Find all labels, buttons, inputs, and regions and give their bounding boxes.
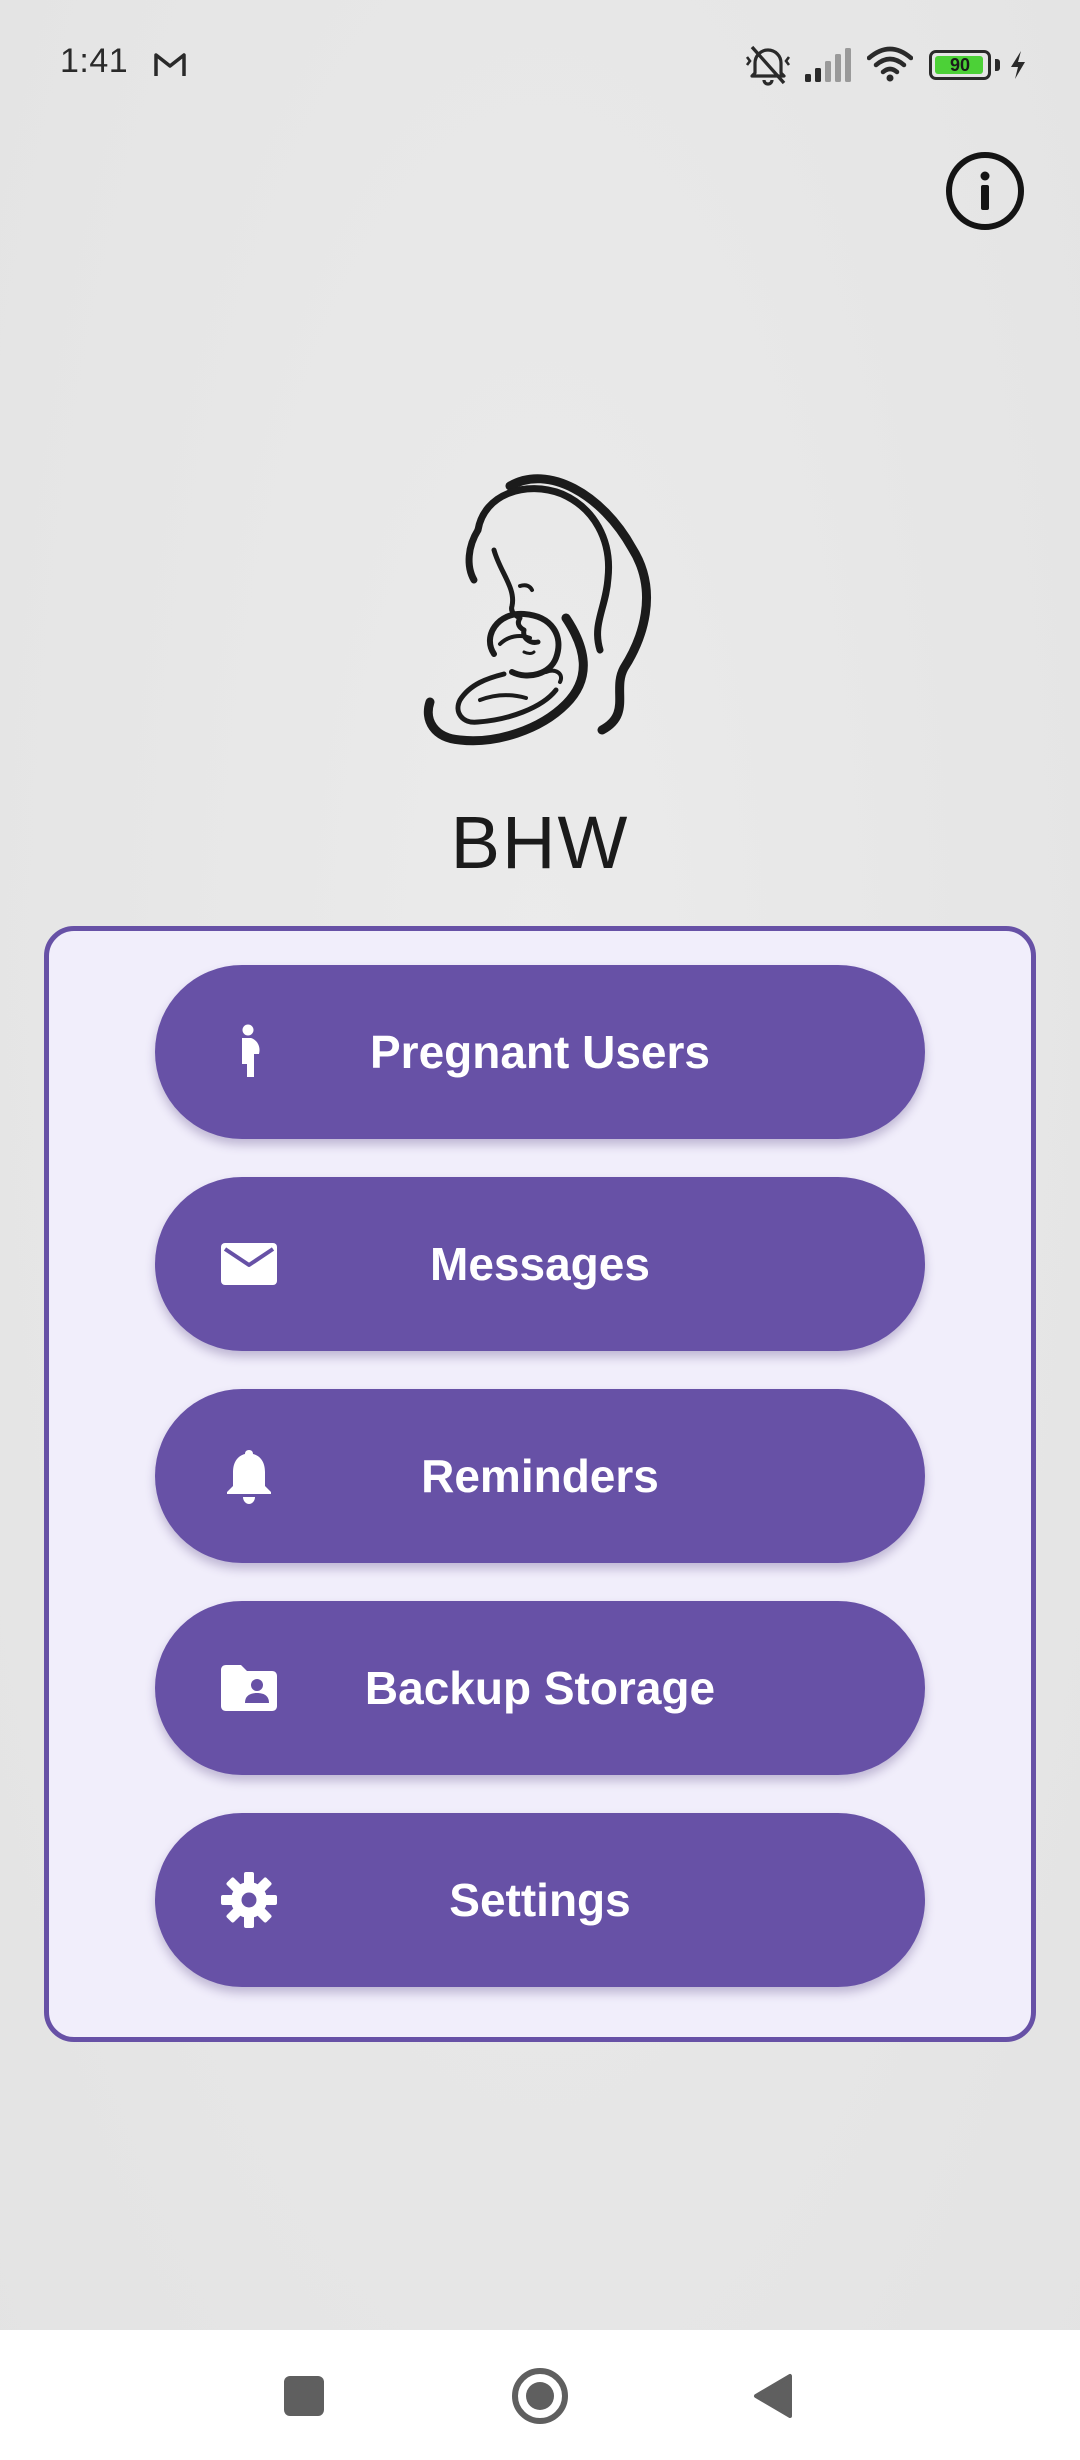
- battery-icon: 90: [929, 50, 991, 80]
- status-bar: 1:41 90: [0, 0, 1080, 128]
- messages-label: Messages: [430, 1238, 650, 1290]
- back-button[interactable]: [752, 2372, 792, 2420]
- reminders-button[interactable]: Reminders: [155, 1389, 925, 1563]
- messages-button[interactable]: Messages: [155, 1177, 925, 1351]
- battery-cap: [995, 59, 1000, 71]
- home-button[interactable]: [512, 2368, 568, 2424]
- gmail-icon: [154, 53, 186, 76]
- mother-and-baby-logo: [423, 474, 651, 746]
- charging-icon: [1011, 51, 1025, 79]
- navigation-bar: [0, 2330, 1080, 2460]
- signal-icon: [805, 48, 851, 82]
- pregnant-users-button[interactable]: Pregnant Users: [155, 965, 925, 1139]
- wifi-icon: [867, 46, 913, 82]
- status-icons: 90: [745, 40, 1028, 90]
- settings-label: Settings: [449, 1874, 631, 1926]
- app-title: BHW: [450, 801, 630, 884]
- pregnant-users-label: Pregnant Users: [369, 1026, 710, 1078]
- backup-storage-button[interactable]: Backup Storage: [155, 1601, 925, 1775]
- settings-button[interactable]: Settings: [155, 1813, 925, 1987]
- backup-storage-label: Backup Storage: [364, 1662, 716, 1714]
- mute-icon: [745, 45, 791, 86]
- reminders-label: Reminders: [421, 1450, 659, 1502]
- info-button[interactable]: [946, 152, 1024, 230]
- menu-card: Pregnant Users Messages Reminders Backup…: [44, 926, 1036, 2042]
- battery-level: 90: [949, 55, 971, 75]
- recents-button[interactable]: [284, 2376, 324, 2416]
- status-time: 1:41: [60, 42, 129, 80]
- info-icon: [980, 171, 990, 210]
- home-icon: [526, 2382, 554, 2410]
